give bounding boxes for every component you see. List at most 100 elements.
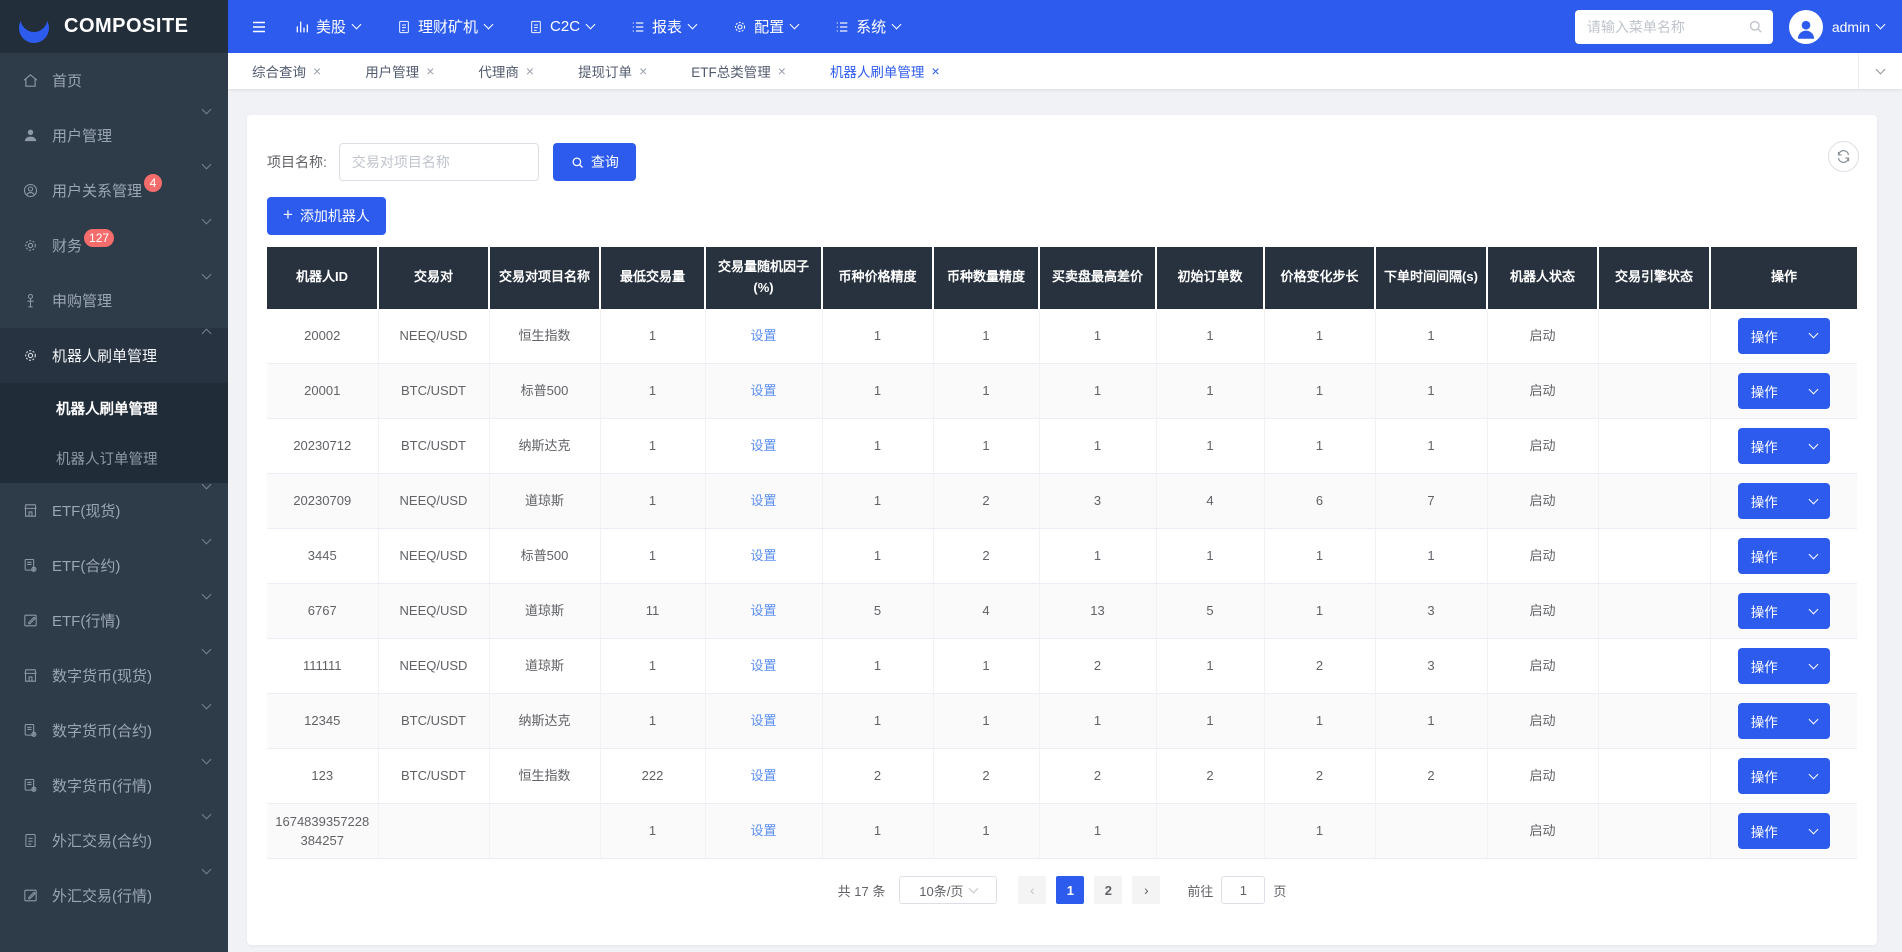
sidebar-item-8[interactable]: ETF(行情) <box>0 589 228 648</box>
top-nav-item-0[interactable]: 美股 <box>294 16 362 37</box>
top-nav-item-1[interactable]: 理财矿机 <box>396 16 494 37</box>
settings-link[interactable]: 设置 <box>750 713 776 728</box>
sidebar-item-9[interactable]: 数字货币(现货) <box>0 644 228 703</box>
chevron-down-icon <box>789 19 800 30</box>
settings-link[interactable]: 设置 <box>750 493 776 508</box>
sidebar-item-label: 外汇交易(行情) <box>52 888 152 905</box>
cell-price_precision: 1 <box>822 418 934 475</box>
next-page-button[interactable]: › <box>1132 876 1161 905</box>
refresh-button[interactable] <box>1828 141 1859 172</box>
sidebar-item-10[interactable]: 数字货币(合约) <box>0 699 228 758</box>
action-button[interactable]: 操作 <box>1737 593 1830 630</box>
cell-qty_precision: 1 <box>933 803 1040 860</box>
chevron-down-icon <box>1808 328 1819 339</box>
sidebar-item-label: 数字货币(行情) <box>52 778 152 795</box>
action-button[interactable]: 操作 <box>1737 373 1830 410</box>
sidebar-item-5[interactable]: 机器人刷单管理 <box>0 328 228 383</box>
sidebar-item-0[interactable]: 首页 <box>0 53 228 108</box>
cell-interval <box>1375 803 1488 860</box>
close-tab-icon[interactable]: × <box>526 64 534 78</box>
tab-1[interactable]: 用户管理 × <box>365 61 434 81</box>
page-button-2[interactable]: 2 <box>1094 876 1123 905</box>
robot-table: 机器人ID 交易对 交易对项目名称 最低交易量 交易量随机因子(%) 币种价格精度 币种数量… <box>267 247 1857 860</box>
action-button[interactable]: 操作 <box>1737 317 1830 354</box>
doc-gear-icon <box>22 722 39 739</box>
tab-5[interactable]: 机器人刷单管理 × <box>830 61 940 81</box>
sidebar-subitem-5-0[interactable]: 机器人刷单管理 <box>0 383 228 433</box>
doc-icon <box>396 19 412 35</box>
tab-3[interactable]: 提现订单 × <box>578 61 647 81</box>
action-button[interactable]: 操作 <box>1737 428 1830 465</box>
chevron-down-icon <box>1808 659 1819 670</box>
column-header-action: 操作 <box>1710 247 1857 309</box>
add-robot-button[interactable]: + 添加机器人 <box>267 197 386 235</box>
action-button[interactable]: 操作 <box>1737 648 1830 685</box>
tab-2[interactable]: 代理商 × <box>478 61 534 81</box>
pagination-total: 共 17 条 <box>837 883 886 899</box>
cell-robot_status: 启动 <box>1487 638 1599 695</box>
settings-link[interactable]: 设置 <box>750 658 776 673</box>
sidebar-item-label: 用户管理 <box>52 128 113 145</box>
cell-qty_precision: 1 <box>933 308 1040 365</box>
top-nav-item-5[interactable]: 系统 <box>834 16 902 37</box>
sidebar-item-3[interactable]: 财务 127 <box>0 214 228 273</box>
table-row-7: 12345 BTC/USDT 纳斯达克 1 设置 1 1 1 1 1 1 启动 操作 <box>267 693 1857 750</box>
hamburger-icon[interactable] <box>250 18 268 36</box>
table-row-8: 123 BTC/USDT 恒生指数 222 设置 2 2 2 2 2 2 启动 操作 <box>267 748 1857 805</box>
subscribe-icon <box>22 292 39 309</box>
sidebar-item-label: 数字货币(合约) <box>52 723 152 740</box>
cell-project: 道琼斯 <box>489 638 601 695</box>
tabs-dropdown-button[interactable] <box>1858 53 1902 89</box>
project-name-input[interactable] <box>338 143 539 181</box>
action-button[interactable]: 操作 <box>1737 703 1830 740</box>
close-tab-icon[interactable]: × <box>778 64 786 78</box>
close-tab-icon[interactable]: × <box>426 64 434 78</box>
close-tab-icon[interactable]: × <box>639 64 647 78</box>
sidebar-item-12[interactable]: 外汇交易(合约) <box>0 809 228 868</box>
sidebar-item-6[interactable]: ETF(现货) <box>0 479 228 538</box>
goto-page-input[interactable] <box>1221 876 1266 905</box>
page-size-select[interactable]: 10条/页 <box>899 876 998 905</box>
sidebar-item-13[interactable]: 外汇交易(行情) <box>0 864 228 923</box>
action-button[interactable]: 操作 <box>1737 813 1830 850</box>
sidebar-item-4[interactable]: 申购管理 <box>0 269 228 328</box>
sidebar-item-11[interactable]: 数字货币(行情) <box>0 754 228 813</box>
sidebar-item-1[interactable]: 用户管理 <box>0 104 228 163</box>
settings-link[interactable]: 设置 <box>750 603 776 618</box>
page-button-1[interactable]: 1 <box>1056 876 1085 905</box>
top-nav-item-3[interactable]: 报表 <box>630 16 698 37</box>
close-tab-icon[interactable]: × <box>313 64 321 78</box>
top-nav: 美股 理财矿机 C2C 报表 配置 系统 <box>294 16 936 37</box>
cell-pair: BTC/USDT <box>378 363 490 420</box>
action-button[interactable]: 操作 <box>1737 483 1830 520</box>
sidebar-subitem-5-1[interactable]: 机器人订单管理 <box>0 433 228 483</box>
table-row-4: 3445 NEEQ/USD 标普500 1 设置 1 2 1 1 1 1 启动 操作 <box>267 528 1857 585</box>
cell-id: 20001 <box>267 363 379 420</box>
chevron-down-icon <box>687 19 698 30</box>
query-button[interactable]: 查询 <box>552 143 636 181</box>
tab-label: 代理商 <box>478 65 519 80</box>
settings-link[interactable]: 设置 <box>750 548 776 563</box>
menu-search-input[interactable] <box>1574 9 1773 44</box>
tab-4[interactable]: ETF总类管理 × <box>691 61 786 81</box>
brand-logo: COMPOSITE <box>0 0 228 53</box>
user-menu[interactable]: admin <box>1788 9 1886 44</box>
top-nav-item-2[interactable]: C2C <box>528 18 596 35</box>
sidebar-item-2[interactable]: 用户关系管理 4 <box>0 159 228 218</box>
action-button[interactable]: 操作 <box>1737 538 1830 575</box>
tab-0[interactable]: 综合查询 × <box>252 61 321 81</box>
cell-random_factor: 设置 <box>705 473 823 530</box>
settings-link[interactable]: 设置 <box>750 328 776 343</box>
prev-page-button[interactable]: ‹ <box>1018 876 1047 905</box>
cell-id: 20230712 <box>267 418 379 475</box>
settings-link[interactable]: 设置 <box>750 383 776 398</box>
cell-project: 恒生指数 <box>489 748 601 805</box>
sidebar-item-7[interactable]: ETF(合约) <box>0 534 228 593</box>
settings-link[interactable]: 设置 <box>750 823 776 838</box>
action-button[interactable]: 操作 <box>1737 758 1830 795</box>
settings-link[interactable]: 设置 <box>750 438 776 453</box>
top-nav-item-4[interactable]: 配置 <box>732 16 800 37</box>
sidebar-item-label: 申购管理 <box>52 293 113 310</box>
close-tab-icon[interactable]: × <box>931 64 939 78</box>
settings-link[interactable]: 设置 <box>750 768 776 783</box>
